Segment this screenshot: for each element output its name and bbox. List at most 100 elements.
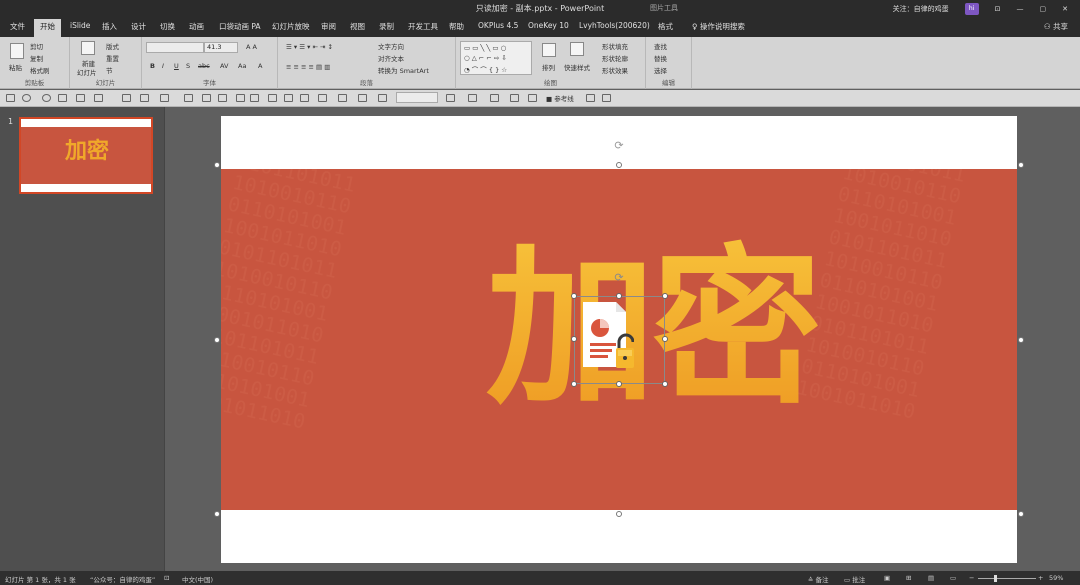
minimize-button[interactable]: — (1017, 5, 1024, 13)
align-icon[interactable] (76, 94, 85, 102)
align-icon[interactable] (94, 94, 103, 102)
format-painter-button[interactable]: 格式刷 (30, 65, 50, 75)
resize-handle[interactable] (1018, 162, 1024, 168)
back-icon[interactable] (284, 94, 293, 102)
resize-handle[interactable] (662, 336, 668, 342)
tab-help[interactable]: 帮助 (449, 21, 464, 32)
share-button[interactable]: ⚇ 共享 (1044, 21, 1068, 32)
slideshow-view-icon[interactable]: ▭ (950, 574, 956, 582)
tab-islide[interactable]: iSlide (70, 21, 90, 30)
save-icon[interactable] (6, 94, 15, 102)
char-spacing-button[interactable]: AV (220, 62, 228, 70)
quick-styles-icon[interactable] (570, 42, 584, 56)
zoom-in-icon[interactable]: + (1038, 574, 1043, 582)
normal-view-icon[interactable]: ▣ (884, 574, 890, 582)
resize-handle[interactable] (1018, 337, 1024, 343)
user-name[interactable]: 关注：自律的鸡蛋 (893, 4, 949, 14)
cut-button[interactable]: 剪切 (30, 41, 43, 51)
resize-handle[interactable] (662, 381, 668, 387)
new-slide-icon[interactable] (81, 41, 95, 55)
shape-icons[interactable]: ▭ ▭ ╲ ╲ ▭ ○ (464, 44, 506, 52)
shape-icons[interactable]: ○ △ ⌐ ⌐ ⇨ ⇩ (464, 54, 507, 62)
font-size-combo[interactable]: 41.3 (204, 42, 238, 53)
resize-handle[interactable] (571, 293, 577, 299)
group-icon[interactable] (160, 94, 169, 102)
align-buttons[interactable]: ≡ ≡ ≡ ≡ ▤ ▥ (286, 63, 330, 71)
pen-icon[interactable] (236, 94, 245, 102)
sorter-view-icon[interactable]: ⊞ (906, 574, 911, 582)
shape-effects-button[interactable]: 形状效果 (602, 65, 628, 75)
tab-file[interactable]: 文件 (10, 21, 25, 32)
outline-color-icon[interactable] (358, 94, 367, 102)
section-button[interactable]: 节 (106, 65, 113, 75)
font-color-icon[interactable] (378, 94, 387, 102)
text-direction-button[interactable]: 文字方向 (378, 41, 404, 51)
quick-styles-button[interactable]: 快速样式 (564, 62, 590, 72)
replace-button[interactable]: 替换 (654, 53, 667, 63)
effects-icon[interactable] (510, 94, 519, 102)
shadow-button[interactable]: S (186, 62, 190, 70)
reading-view-icon[interactable]: ▤ (928, 574, 934, 582)
notes-button[interactable]: ≙ 备注 (808, 574, 829, 584)
tab-format[interactable]: 格式 (658, 21, 673, 32)
locked-document-icon[interactable] (582, 301, 634, 368)
smartart-button[interactable]: 转换为 SmartArt (378, 65, 429, 75)
arrange-button[interactable]: 排列 (542, 62, 555, 72)
ribbon-options-icon[interactable]: ⊡ (995, 5, 1001, 13)
resize-handle[interactable] (214, 337, 220, 343)
tab-lvyhtools[interactable]: LvyhTools(200620) (579, 21, 650, 30)
resize-handle[interactable] (214, 162, 220, 168)
font-color-button[interactable]: A (258, 62, 262, 70)
italic-button[interactable]: I (162, 62, 164, 70)
comments-button[interactable]: ▭ 批注 (844, 574, 865, 584)
format-painter-icon[interactable] (202, 94, 211, 102)
layout-button[interactable]: 版式 (106, 41, 119, 51)
grow-font-button[interactable]: A A (246, 43, 257, 51)
resize-handle[interactable] (571, 336, 577, 342)
close-button[interactable]: ✕ (1062, 5, 1068, 13)
tab-okplus[interactable]: OKPlus 4.5 (478, 21, 518, 30)
new-slide-label[interactable]: 幻灯片 (77, 67, 97, 77)
restore-button[interactable]: ▢ (1040, 5, 1047, 13)
bullets-button[interactable]: ☰ ▾ ☰ ▾ ⇤ ⇥ ↕ (286, 43, 333, 51)
copy-button[interactable]: 复制 (30, 53, 43, 63)
zoom-level[interactable]: 59% (1049, 574, 1063, 582)
tab-developer[interactable]: 开发工具 (408, 21, 438, 32)
fill-color-icon[interactable] (338, 94, 347, 102)
swap-icon[interactable] (586, 94, 595, 102)
tab-onekey[interactable]: OneKey 10 (528, 21, 569, 30)
accessibility-icon[interactable]: ⊡ (164, 574, 169, 582)
select-button[interactable]: 选择 (654, 65, 667, 75)
tab-transitions[interactable]: 切换 (160, 21, 175, 32)
strikethrough-button[interactable]: abc (198, 62, 210, 70)
resize-handle[interactable] (214, 511, 220, 517)
spacing-icon[interactable] (490, 94, 499, 102)
tab-pocket-animation[interactable]: 口袋动画 PA (219, 21, 261, 32)
tab-home[interactable]: 开始 (34, 19, 61, 37)
arrange-icon[interactable] (542, 43, 556, 57)
tab-slideshow[interactable]: 幻灯片放映 (272, 21, 310, 32)
zoom-slider-thumb[interactable] (994, 575, 997, 582)
reset-button[interactable]: 重置 (106, 53, 119, 63)
tab-insert[interactable]: 插入 (102, 21, 117, 32)
shapes-gallery[interactable]: ▭ ▭ ╲ ╲ ▭ ○ ○ △ ⌐ ⌐ ⇨ ⇩ ◔ ⌒ ⌒ { } ☆ (460, 41, 532, 75)
effects-icon[interactable] (528, 94, 537, 102)
shape-fill-button[interactable]: 形状填充 (602, 41, 628, 51)
align-icon[interactable] (446, 94, 455, 102)
language-label[interactable]: 中文(中国) (182, 574, 213, 584)
size-combo[interactable] (396, 92, 438, 103)
slide-thumbnail[interactable]: 加密 (19, 117, 153, 194)
zoom-out-icon[interactable]: − (969, 574, 974, 582)
tell-me-search[interactable]: ♀ 操作说明搜索 (692, 21, 745, 32)
underline-button[interactable]: U (174, 62, 179, 70)
change-case-button[interactable]: Aa (238, 62, 246, 70)
layer-icon[interactable] (250, 94, 259, 102)
find-button[interactable]: 查找 (654, 41, 667, 51)
resize-handle[interactable] (571, 381, 577, 387)
resize-handle[interactable] (616, 293, 622, 299)
start-slideshow-icon[interactable] (58, 94, 67, 102)
distribute-icon[interactable] (122, 94, 131, 102)
ref-line-checkbox[interactable]: ■ 参考线 (546, 93, 574, 103)
undo-icon[interactable] (22, 94, 31, 102)
rotate-handle-icon[interactable]: ⟳ (612, 139, 626, 153)
